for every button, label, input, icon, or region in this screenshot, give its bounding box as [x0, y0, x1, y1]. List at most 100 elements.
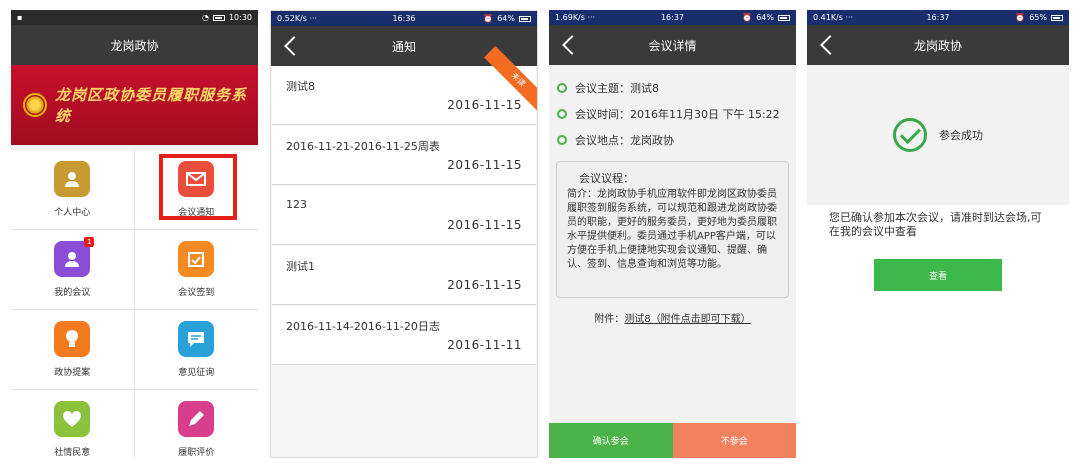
battery-icon: [778, 14, 790, 21]
meeting-place: 会议地点：龙岗政协: [549, 127, 796, 153]
confirm-message: 您已确认参加本次会议，请准时到达会场,可在我的会议中查看: [829, 211, 1042, 238]
page-title: 龙岗政协: [913, 38, 962, 53]
time-text: 会议时间：2016年11月30日 下午 15:22: [575, 108, 780, 121]
alarm-icon: ⏰: [1015, 13, 1026, 22]
check-circle-icon: [893, 118, 927, 152]
status-speed: 0.41K/s ···: [813, 13, 854, 22]
decline-button[interactable]: 不参会: [672, 423, 796, 458]
back-arrow-icon[interactable]: [559, 32, 579, 58]
action-bar: 确认参会 不参会: [549, 423, 796, 458]
list-item[interactable]: 2016-11-14-2016-11-20日志 2016-11-11: [272, 306, 536, 365]
attachment-link[interactable]: 测试8（附件点击即可下载）: [624, 314, 750, 325]
bulb-icon: [54, 321, 91, 357]
item-title: 测试8: [286, 80, 315, 93]
status-bar: 0.41K/s ··· 16:37 ⏰ 65%: [807, 10, 1069, 25]
attachment-label: 附件：: [594, 314, 625, 325]
tile-label: 社情民意: [54, 448, 91, 458]
pen-icon: [178, 401, 215, 437]
agenda-title: 会议议程：: [579, 172, 634, 185]
item-date: 2016-11-15: [447, 98, 522, 112]
tile-label: 会议签到: [178, 288, 215, 298]
list-item[interactable]: 未读 测试8 2016-11-15: [272, 46, 537, 125]
unread-badge: 1: [84, 237, 95, 247]
attachment-row: 附件：测试8（附件点击即可下载）: [549, 310, 796, 325]
list-item[interactable]: 测试1 2016-11-15: [272, 246, 536, 305]
group-icon: 1: [54, 237, 95, 277]
status-battery: 65%: [1029, 13, 1047, 22]
clock-icon: [557, 109, 567, 119]
title-bar: 龙岗政协: [807, 25, 1069, 65]
chat-icon: [178, 321, 215, 357]
tile-label: 个人中心: [54, 208, 91, 218]
home-screen: ▪ ◔ 10:30 龙岗政协 龙岗区政协委员履职服务系统 个人中心 会议通知 1: [11, 10, 258, 458]
feature-grid: 个人中心 会议通知 1 我的会议 会议签到 政协提案 意见征询 社情民意 履职评…: [11, 150, 258, 458]
list-item[interactable]: 2016-11-21-2016-11-25周表 2016-11-15: [272, 126, 536, 185]
status-bar: 1.69K/s ··· 16:37 ⏰ 64%: [549, 10, 796, 25]
sim-icon: ▪: [17, 13, 23, 22]
agenda-body: 简介：龙岗政协手机应用软件即龙岗区政协委员履职签到服务系统，可以规范和跟进龙岗政…: [567, 189, 777, 270]
status-speed: 0.52K/s ···: [277, 14, 318, 23]
tile-my-meetings[interactable]: 1 我的会议: [11, 230, 135, 310]
status-battery: 64%: [497, 14, 515, 23]
alarm-icon: ⏰: [742, 13, 753, 22]
meeting-time: 会议时间：2016年11月30日 下午 15:22: [549, 101, 796, 127]
mail-icon: [178, 161, 215, 197]
battery-icon: [212, 14, 225, 21]
view-button[interactable]: 查看: [874, 259, 1002, 291]
back-arrow-icon[interactable]: [281, 33, 301, 59]
tile-public-opinion[interactable]: 社情民意: [11, 390, 135, 458]
notice-list-screen: 0.52K/s ··· 16:36 ⏰ 64% 通知 未读 测试8 2016-11…: [270, 10, 538, 458]
battery-icon: [519, 15, 531, 22]
alarm-icon: ⏰: [483, 14, 494, 23]
status-speed: 1.69K/s ···: [555, 13, 596, 22]
tile-label: 我的会议: [54, 288, 91, 298]
topic-text: 会议主题：测试8: [575, 82, 659, 95]
topic-icon: [557, 83, 567, 93]
status-time: 16:36: [392, 14, 416, 23]
status-bar: ▪ ◔ 10:30: [11, 10, 258, 25]
list-item[interactable]: 123 2016-11-15: [272, 186, 536, 245]
tile-label: 意见征询: [178, 368, 215, 378]
item-title: 2016-11-14-2016-11-20日志: [286, 320, 440, 333]
success-text: 参会成功: [939, 129, 983, 142]
battery-icon: [1051, 14, 1063, 21]
tile-meeting-checkin[interactable]: 会议签到: [134, 230, 258, 310]
page-title: 龙岗政协: [110, 38, 159, 53]
agenda-box: 会议议程： 简介：龙岗政协手机应用软件即龙岗区政协委员履职签到服务系统，可以规范…: [556, 161, 789, 298]
tile-label: 履职评价: [178, 448, 215, 458]
meeting-topic: 会议主题：测试8: [549, 75, 796, 101]
location-icon: [557, 135, 567, 145]
item-date: 2016-11-11: [447, 338, 522, 352]
tile-personal-center[interactable]: 个人中心: [11, 150, 135, 230]
tile-opinion-survey[interactable]: 意见征询: [134, 310, 258, 390]
tile-evaluation[interactable]: 履职评价: [134, 390, 258, 458]
confirm-attend-button[interactable]: 确认参会: [549, 423, 673, 458]
item-title: 2016-11-21-2016-11-25周表: [286, 140, 440, 153]
status-time: 16:37: [660, 13, 685, 22]
meeting-detail-screen: 1.69K/s ··· 16:37 ⏰ 64% 会议详情 会议主题：测试8 会议时…: [549, 10, 796, 458]
tile-meeting-notice[interactable]: 会议通知: [134, 150, 258, 230]
place-text: 会议地点：龙岗政协: [575, 134, 674, 147]
page-title: 会议详情: [648, 38, 697, 53]
item-date: 2016-11-15: [447, 218, 522, 232]
user-icon: [54, 161, 91, 197]
item-date: 2016-11-15: [447, 278, 522, 292]
item-title: 测试1: [286, 260, 315, 273]
tile-label: 政协提案: [54, 368, 91, 378]
tile-proposals[interactable]: 政协提案: [11, 310, 135, 390]
page-title: 通知: [391, 39, 416, 54]
back-arrow-icon[interactable]: [817, 32, 837, 58]
title-bar: 会议详情: [549, 25, 796, 65]
status-time: 10:30: [228, 13, 252, 22]
item-date: 2016-11-15: [447, 158, 522, 172]
home-title-bar: 龙岗政协: [11, 25, 258, 65]
status-battery: 64%: [756, 13, 774, 22]
success-banner: 参会成功: [807, 65, 1069, 205]
item-title: 123: [286, 198, 307, 211]
banner-text: 龙岗区政协委员履职服务系统: [55, 86, 248, 125]
message-area: 您已确认参加本次会议，请准时到达会场,可在我的会议中查看 查看: [807, 205, 1069, 458]
banner: 龙岗区政协委员履职服务系统: [11, 65, 258, 145]
status-time: 16:37: [926, 13, 950, 22]
wifi-icon: ◔: [201, 13, 209, 22]
heart-icon: [54, 401, 91, 437]
